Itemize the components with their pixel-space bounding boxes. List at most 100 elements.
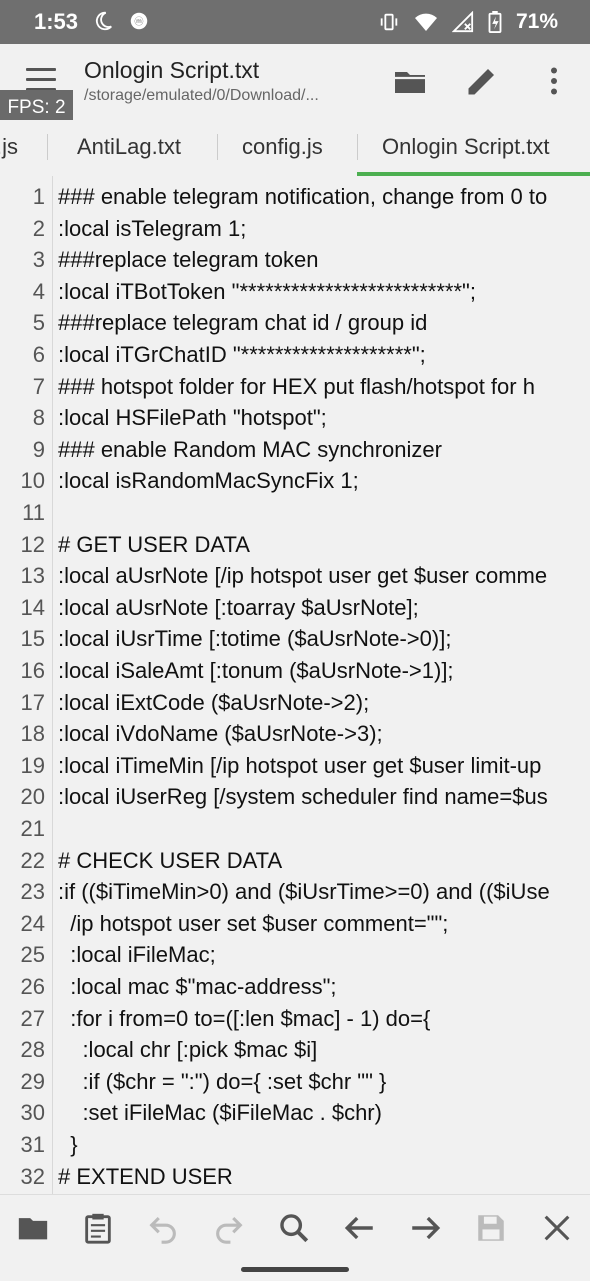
code-line[interactable]: 12 # GET USER DATA (0, 530, 590, 562)
code-line[interactable]: 19:local iTimeMin [/ip hotspot user get … (0, 751, 590, 783)
undo-icon[interactable] (146, 1211, 180, 1245)
line-number: 32 (20, 1163, 45, 1189)
code-line[interactable]: 23:if (($iTimeMin>0) and ($iUsrTime>=0) … (0, 877, 590, 909)
line-number: 21 (20, 816, 45, 841)
open-folder-icon[interactable] (16, 1211, 50, 1245)
line-number: 24 (20, 910, 45, 936)
line-number: 31 (20, 1132, 45, 1157)
code-line[interactable]: 27 :for i from=0 to=([:len $mac] - 1) do… (0, 1004, 590, 1036)
code-text: :local mac $"mac-address"; (58, 974, 337, 999)
code-text: /ip hotspot user set $user comment=""; (58, 910, 449, 936)
code-line[interactable]: 25 :local iFileMac; (0, 940, 590, 972)
code-line[interactable]: 2 :local isTelegram 1; (0, 214, 590, 246)
code-text: :set iFileMac ($iFileMac . $chr) (58, 1100, 382, 1126)
code-line[interactable]: 1 ### enable telegram notification, chang… (0, 182, 590, 214)
code-text: :local HSFilePath "hotspot"; (58, 405, 327, 431)
status-bar: 1:53 ⓜ 71% (0, 0, 590, 44)
code-line[interactable]: 32 # EXTEND USER (0, 1162, 590, 1194)
code-line[interactable]: 30 :set iFileMac ($iFileMac . $chr) (0, 1098, 590, 1130)
line-number: 1 (32, 184, 45, 209)
more-vert-icon[interactable] (536, 63, 572, 99)
code-text: :local isRandomMacSyncFix 1; (58, 468, 359, 494)
code-text: # CHECK USER DATA (58, 847, 283, 873)
folder-icon[interactable] (392, 63, 428, 99)
code-line[interactable]: 13 :local aUsrNote [/ip hotspot user get … (0, 561, 590, 593)
code-line[interactable]: 4:local iTBotToken "********************… (0, 277, 590, 309)
code-text: ###replace telegram token (58, 247, 319, 273)
code-text: ### enable telegram notification, change… (58, 184, 548, 209)
line-number: 30 (20, 1100, 45, 1126)
code-line[interactable]: 29 :if ($chr = ":") do={ :set $chr "" } (0, 1067, 590, 1099)
code-line[interactable]: 8 :local HSFilePath "hotspot"; (0, 403, 590, 435)
arrow-right-icon[interactable] (408, 1211, 442, 1245)
code-text: # GET USER DATA (58, 531, 250, 557)
tab-antilag[interactable]: AntiLag.txt (77, 120, 181, 176)
tab-js[interactable]: .js (0, 120, 18, 176)
code-line[interactable]: 9 ### enable Random MAC synchronizer (0, 435, 590, 467)
signal-icon (451, 11, 474, 33)
file-title: Onlogin Script.txt (84, 57, 260, 83)
line-number: 13 (20, 563, 45, 589)
code-text: :local aUsrNote [/ip hotspot user get $u… (58, 563, 548, 589)
code-line[interactable]: 26 :local mac $"mac-address"; (0, 972, 590, 1004)
code-editor[interactable]: 1 ### enable telegram notification, chang… (0, 176, 590, 1194)
arrow-left-icon[interactable] (343, 1211, 377, 1245)
vibrate-icon (380, 13, 398, 31)
code-text: ### hotspot folder for HEX put flash/hot… (58, 373, 535, 399)
line-number: 5 (32, 310, 45, 336)
code-line[interactable]: 31 } (0, 1130, 590, 1162)
line-number: 8 (32, 405, 45, 431)
code-text: :local iUsrTime [:totime ($aUsrNote->0)]… (58, 626, 452, 652)
status-time: 1:53 (34, 9, 79, 34)
code-text: :local aUsrNote [:toarray $aUsrNote]; (58, 594, 419, 620)
line-number: 29 (20, 1068, 45, 1094)
save-icon[interactable] (474, 1211, 508, 1245)
code-line[interactable]: 28 :local chr [:pick $mac $i] (0, 1035, 590, 1067)
search-icon[interactable] (277, 1211, 311, 1245)
moon-icon (95, 11, 112, 31)
code-line[interactable]: 14:local aUsrNote [:toarray $aUsrNote]; (0, 593, 590, 625)
code-line[interactable]: 21 (0, 814, 590, 846)
battery-icon (488, 11, 502, 33)
edit-icon[interactable] (464, 63, 500, 99)
tab-bar: .js AntiLag.txt config.js Onlogin Script… (0, 120, 590, 177)
code-line[interactable]: 6:local iTGrChatID "********************… (0, 340, 590, 372)
line-number: 28 (20, 1037, 45, 1063)
code-text: :local isTelegram 1; (58, 215, 247, 241)
close-icon[interactable] (540, 1211, 574, 1245)
home-indicator[interactable] (241, 1267, 349, 1272)
wifi-icon (414, 13, 437, 31)
tab-onlogin-script[interactable]: Onlogin Script.txt (382, 120, 550, 176)
redo-icon[interactable] (212, 1211, 246, 1245)
code-line[interactable]: 22 # CHECK USER DATA (0, 846, 590, 878)
code-line[interactable]: 15:local iUsrTime [:totime ($aUsrNote->0… (0, 624, 590, 656)
line-number: 10 (20, 468, 45, 494)
clipboard-icon[interactable] (81, 1211, 115, 1245)
code-line[interactable]: 7 ### hotspot folder for HEX put flash/ho… (0, 372, 590, 404)
code-line[interactable]: 11 (0, 498, 590, 530)
code-line[interactable]: 18:local iVdoName ($aUsrNote->3); (0, 719, 590, 751)
code-line[interactable]: 20 :local iUserReg [/system scheduler fin… (0, 782, 590, 814)
line-number: 2 (32, 215, 45, 241)
code-text: :local iFileMac; (58, 942, 216, 968)
code-line[interactable]: 17:local iExtCode ($aUsrNote->2); (0, 688, 590, 720)
line-number: 16 (20, 658, 45, 683)
tab-config[interactable]: config.js (242, 120, 323, 176)
code-text: :local iExtCode ($aUsrNote->2); (58, 689, 370, 715)
line-number: 3 (32, 247, 45, 273)
battery-percent: 71% (515, 10, 558, 33)
code-line[interactable]: 16:local iSaleAmt [:tonum ($aUsrNote->1)… (0, 656, 590, 688)
code-text: ### enable Random MAC synchronizer (58, 436, 442, 462)
line-number: 9 (32, 436, 45, 462)
code-text: ###replace telegram chat id / group id (58, 310, 428, 336)
code-text: :for i from=0 to=([:len $mac] - 1) do={ (58, 1005, 431, 1031)
code-text: :local iTimeMin [/ip hotspot user get $u… (58, 752, 542, 778)
code-line[interactable]: 24 /ip hotspot user set $user comment=""… (0, 909, 590, 941)
code-text: :if (($iTimeMin>0) and ($iUsrTime>=0) an… (58, 879, 550, 905)
code-text: :local iUserReg [/system scheduler find … (58, 784, 548, 810)
code-line[interactable]: 10 :local isRandomMacSyncFix 1; (0, 466, 590, 498)
code-line[interactable]: 5 ###replace telegram chat id / group id (0, 308, 590, 340)
code-line[interactable]: 3 ###replace telegram token (0, 245, 590, 277)
line-number: 20 (20, 784, 45, 810)
code-text: :local iVdoName ($aUsrNote->3); (58, 721, 383, 747)
